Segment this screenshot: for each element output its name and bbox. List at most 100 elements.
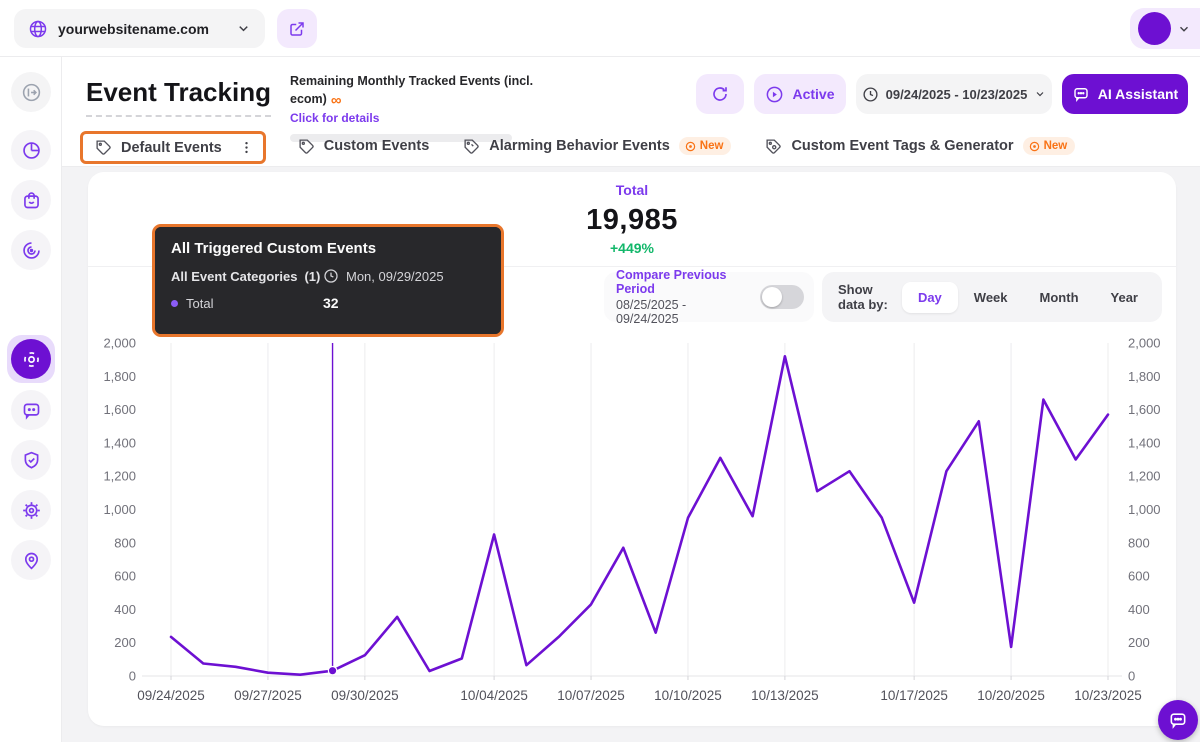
tooltip-series-name: Total (186, 296, 213, 311)
x-tick-label: 10/04/2025 (460, 688, 528, 703)
play-circle-icon (765, 85, 784, 104)
y-tick-label-right: 1,600 (1128, 402, 1161, 417)
clock-icon (323, 268, 339, 284)
y-tick-label-right: 2,000 (1128, 336, 1161, 351)
new-badge-icon (1029, 141, 1040, 152)
sidebar-item-ecommerce[interactable] (11, 180, 51, 220)
tab-custom-events[interactable]: Custom Events (296, 132, 432, 161)
expand-panel-icon (21, 82, 42, 103)
y-tick-label-left: 1,200 (103, 469, 136, 484)
clock-icon (862, 86, 879, 103)
chevron-down-icon (1177, 22, 1191, 36)
refresh-button[interactable] (696, 74, 744, 114)
y-tick-label-left: 200 (114, 635, 136, 650)
ai-assistant-label: AI Assistant (1098, 86, 1178, 102)
y-tick-label-left: 800 (114, 535, 136, 550)
y-tick-label-right: 400 (1128, 602, 1150, 617)
website-selector[interactable]: yourwebsitename.com (14, 9, 265, 48)
infinity-icon: ∞ (331, 92, 342, 109)
tag-alert-icon (463, 138, 480, 155)
x-tick-label: 09/30/2025 (331, 688, 399, 703)
tab-custom-event-tags-generator[interactable]: Custom Event Tags & Generator New (763, 131, 1077, 161)
chevron-down-icon (1034, 88, 1046, 100)
shopping-bag-icon (21, 190, 42, 211)
open-website-button[interactable] (277, 9, 317, 48)
shield-check-icon (21, 450, 42, 471)
x-tick-label: 10/20/2025 (977, 688, 1045, 703)
hover-point (328, 666, 336, 674)
click-for-details-link[interactable]: Click for details (290, 111, 540, 125)
chat-bubble-icon (1168, 710, 1188, 730)
y-tick-label-left: 2,000 (103, 336, 136, 351)
sidebar-item-locations[interactable] (11, 540, 51, 580)
tabs-row: Default Events Custom Events Alarming B (80, 126, 1077, 166)
date-range-picker[interactable]: 09/24/2025 - 10/23/2025 (856, 74, 1052, 114)
tab-label: Custom Events (324, 138, 430, 154)
y-tick-label-right: 1,200 (1128, 469, 1161, 484)
external-link-icon (288, 20, 306, 38)
y-tick-label-right: 1,800 (1128, 369, 1161, 384)
sidebar-item-dashboard[interactable] (11, 130, 51, 170)
header-actions: Active 09/24/2025 - 10/23/2025 AI Assist… (696, 74, 1188, 114)
x-tick-label: 10/17/2025 (880, 688, 948, 703)
tag-icon (95, 139, 112, 156)
y-tick-label-left: 1,600 (103, 402, 136, 417)
sidebar (0, 57, 62, 742)
y-tick-label-right: 1,000 (1128, 502, 1161, 517)
series-line (171, 356, 1108, 674)
tab-label: Default Events (121, 140, 222, 156)
sidebar-item-privacy[interactable] (11, 440, 51, 480)
tag-gear-icon (765, 138, 782, 155)
tab-options-kebab-icon[interactable] (239, 139, 254, 156)
sidebar-item-event-tracking[interactable] (7, 335, 55, 383)
new-badge: New (679, 137, 732, 155)
date-range-value: 09/24/2025 - 10/23/2025 (886, 87, 1028, 102)
series-color-dot (171, 300, 178, 307)
y-tick-label-right: 200 (1128, 635, 1150, 650)
x-tick-label: 10/23/2025 (1074, 688, 1142, 703)
tooltip-title: All Triggered Custom Events (171, 240, 485, 257)
x-tick-label: 10/13/2025 (751, 688, 819, 703)
remaining-events-label: Remaining Monthly Tracked Events (incl. … (290, 74, 533, 106)
new-badge-icon (685, 141, 696, 152)
radar-icon (21, 240, 42, 261)
x-tick-label: 10/07/2025 (557, 688, 625, 703)
sidebar-collapse-button[interactable] (11, 72, 51, 112)
support-chat-fab[interactable] (1158, 700, 1198, 740)
pie-chart-icon (21, 140, 42, 161)
x-tick-label: 09/27/2025 (234, 688, 302, 703)
tab-default-events[interactable]: Default Events (80, 131, 266, 164)
page-title: Event Tracking (86, 77, 271, 117)
y-tick-label-right: 0 (1128, 669, 1135, 684)
y-tick-label-left: 1,000 (103, 502, 136, 517)
y-tick-label-left: 1,400 (103, 435, 136, 450)
y-tick-label-left: 0 (129, 669, 136, 684)
chat-bubble-icon (21, 400, 42, 421)
sidebar-item-feedback[interactable] (11, 390, 51, 430)
y-tick-label-left: 400 (114, 602, 136, 617)
user-menu[interactable] (1130, 8, 1200, 49)
avatar (1138, 12, 1171, 45)
tooltip-category: All Event Categories (171, 269, 297, 284)
topbar: yourwebsitename.com (0, 0, 1200, 57)
sidebar-item-settings[interactable] (11, 490, 51, 530)
sidebar-item-behavior[interactable] (11, 230, 51, 270)
tooltip-value: 32 (323, 295, 485, 311)
new-badge: New (1023, 137, 1076, 155)
location-pin-icon (21, 550, 42, 571)
status-button[interactable]: Active (754, 74, 846, 114)
status-label: Active (792, 86, 834, 102)
tab-label: Alarming Behavior Events (489, 138, 670, 154)
globe-icon (28, 19, 48, 39)
website-name: yourwebsitename.com (58, 21, 236, 37)
y-tick-label-right: 1,400 (1128, 435, 1161, 450)
y-tick-label-right: 600 (1128, 569, 1150, 584)
x-tick-label: 09/24/2025 (137, 688, 205, 703)
tooltip-annotation-box: All Triggered Custom Events All Event Ca… (152, 224, 504, 337)
event-tracking-active-bg (11, 339, 51, 379)
tab-alarming-behavior-events[interactable]: Alarming Behavior Events New (461, 131, 733, 161)
app-window: yourwebsitename.com (0, 0, 1200, 742)
y-tick-label-left: 1,800 (103, 369, 136, 384)
ai-assistant-button[interactable]: AI Assistant (1062, 74, 1188, 114)
tooltip-date: Mon, 09/29/2025 (346, 269, 444, 284)
